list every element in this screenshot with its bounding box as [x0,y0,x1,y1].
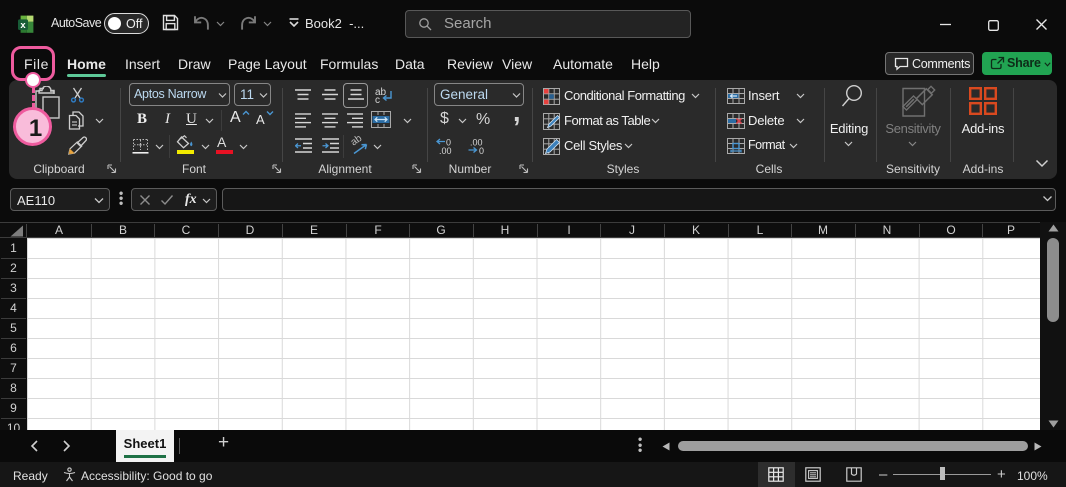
svg-text:.00: .00 [439,146,452,155]
svg-text:ab: ab [350,135,365,148]
svg-text:0: 0 [479,146,484,155]
svg-text:x: x [20,20,26,31]
svg-text:c: c [375,95,380,104]
